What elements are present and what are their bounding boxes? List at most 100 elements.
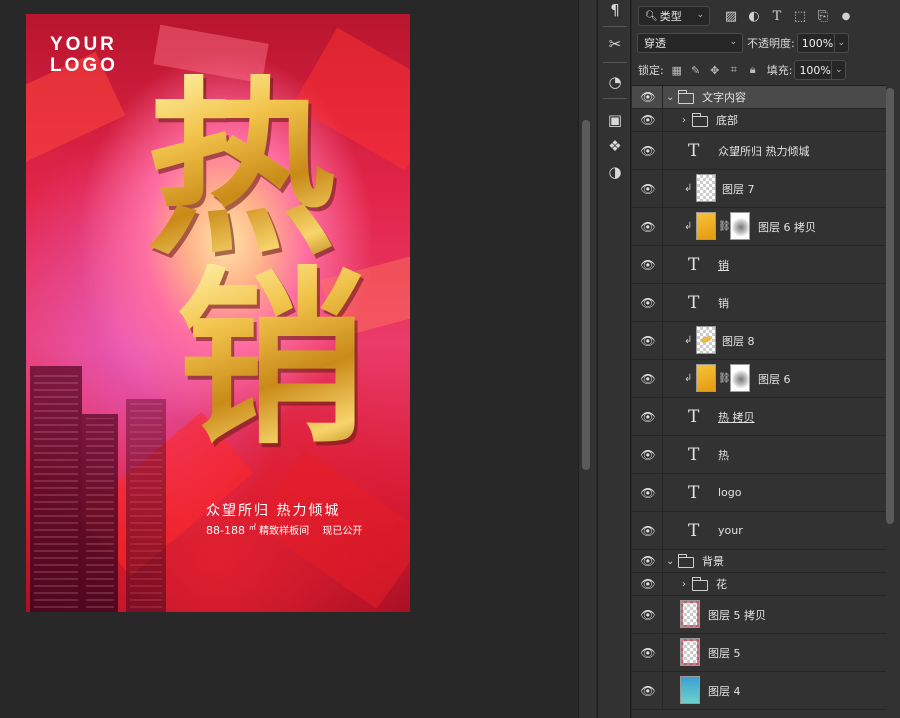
smart-object-filter-icon[interactable]: ⎘ (814, 7, 832, 25)
blend-opacity-row: 穿透 ⌄ 不透明度: 100% ⌄ (632, 29, 900, 57)
layer-row-group[interactable]: 👁︎ › 底部 (632, 109, 886, 132)
layer-row-text[interactable]: 👁︎ T 众望所归 热力倾城 (632, 132, 886, 170)
divider (603, 98, 627, 99)
link-chain-icon[interactable]: ⛓︎ (718, 373, 731, 384)
building (82, 414, 118, 612)
folder-icon (691, 113, 708, 127)
layer-row-text[interactable]: 👁︎ T logo (632, 474, 886, 512)
eye-icon[interactable]: 👁︎ (640, 409, 656, 425)
opacity-dropdown[interactable]: ⌄ (834, 33, 849, 53)
showroom-label: 精致样板间 (259, 526, 310, 537)
layer-row-pixel-mask[interactable]: 👁︎ ↲ ⛓︎ 图层 6 (632, 360, 886, 398)
layer-row-text[interactable]: 👁︎ T your (632, 512, 886, 550)
eye-icon[interactable]: 👁︎ (640, 257, 656, 273)
type-layer-icon: T (688, 444, 700, 465)
layer-row-pixel-mask[interactable]: 👁︎ ↲ ⛓︎ 图层 6 拷贝 (632, 208, 886, 246)
eye-icon[interactable]: 👁︎ (640, 553, 656, 569)
layer-mask-thumbnail[interactable] (730, 364, 750, 392)
folder-icon (677, 90, 694, 104)
eye-icon[interactable]: 👁︎ (640, 485, 656, 501)
layer-row-text[interactable]: 👁︎ T 销 (632, 284, 886, 322)
fill-label: 填充: (766, 64, 793, 77)
eye-icon[interactable]: 👁︎ (640, 219, 656, 235)
divider (662, 360, 663, 397)
type-layer-icon: T (688, 140, 700, 161)
image-filter-icon[interactable]: ▨ (722, 7, 740, 25)
slogan-text: 众望所归 热力倾城 (206, 503, 341, 519)
layer-thumbnail (696, 326, 716, 354)
poster-document[interactable]: YOUR LOGO 热 销 众望所归 热力倾城 88-188 ㎡ 精致样板间 现已… (26, 14, 410, 612)
adjustments-icon[interactable]: ◑ (602, 160, 628, 184)
eye-icon[interactable]: 👁︎ (640, 143, 656, 159)
filter-kind-select[interactable]: 🔍︎ 类型 ⌄ (638, 6, 710, 26)
layer-row-pixel[interactable]: 👁︎ ↲ 图层 8 (632, 322, 886, 360)
layer-row-pixel[interactable]: 👁︎ 图层 4 (632, 672, 886, 710)
eye-icon[interactable]: 👁︎ (640, 447, 656, 463)
history-icon[interactable]: ◔ (602, 70, 628, 94)
canvas-area[interactable]: YOUR LOGO 热 销 众望所归 热力倾城 88-188 ㎡ 精致样板间 现已… (0, 0, 578, 718)
type-layer-icon: T (688, 292, 700, 313)
3d-cubes-icon[interactable]: ❖ (602, 134, 628, 158)
eye-icon[interactable]: 👁︎ (640, 371, 656, 387)
canvas-scroll-thumb[interactable] (582, 120, 590, 470)
eye-icon[interactable]: 👁︎ (640, 181, 656, 197)
logo-line-2: LOGO (50, 55, 118, 76)
layer-name: 文字内容 (702, 91, 746, 104)
lock-position-icon[interactable]: ✥ (707, 62, 723, 78)
lock-label: 锁定: (638, 64, 664, 77)
layer-row-text[interactable]: 👁︎ T 销 (632, 246, 886, 284)
text-filter-icon[interactable]: T (768, 7, 786, 25)
lock-transparency-icon[interactable]: ▦ (669, 62, 685, 78)
type-layer-icon: T (688, 482, 700, 503)
divider (662, 398, 663, 435)
layers-scroll-thumb[interactable] (886, 88, 894, 524)
fill-input[interactable]: 100% (794, 60, 833, 80)
opacity-input[interactable]: 100% (796, 33, 835, 53)
divider (662, 132, 663, 169)
layer-row-pixel[interactable]: 👁︎ 图层 5 (632, 634, 886, 672)
clipping-arrow-icon: ↲ (684, 221, 693, 232)
eye-icon[interactable]: 👁︎ (640, 333, 656, 349)
eye-icon[interactable]: 👁︎ (640, 295, 656, 311)
filter-toggle-icon[interactable]: ● (837, 7, 855, 25)
lock-all-icon[interactable]: 🔒︎ (745, 62, 761, 78)
eye-icon[interactable]: 👁︎ (640, 683, 656, 699)
layer-row-pixel[interactable]: 👁︎ 图层 5 拷贝 (632, 596, 886, 634)
divider (662, 86, 663, 108)
eye-icon[interactable]: 👁︎ (640, 523, 656, 539)
type-layer-icon: T (688, 254, 700, 275)
chevron-down-icon[interactable]: ⌄ (666, 92, 674, 103)
layer-row-group[interactable]: 👁︎ › 花 (632, 573, 886, 596)
layer-name: 图层 5 (708, 646, 741, 660)
chevron-right-icon[interactable]: › (682, 579, 686, 590)
tool-options-icon[interactable]: ✂ (602, 32, 628, 56)
layer-row-group[interactable]: 👁︎ ⌄ 文字内容 (632, 86, 886, 109)
search-icon: 🔍︎ (645, 10, 658, 22)
opacity-label: 不透明度: (747, 37, 795, 50)
adjustment-filter-icon[interactable]: ◐ (745, 7, 763, 25)
layer-row-text[interactable]: 👁︎ T 热 拷贝 (632, 398, 886, 436)
blend-mode-select[interactable]: 穿透 ⌄ (637, 33, 743, 53)
layer-row-pixel[interactable]: 👁︎ ↲ 图层 7 (632, 170, 886, 208)
link-chain-icon[interactable]: ⛓︎ (718, 221, 731, 232)
eye-icon[interactable]: 👁︎ (640, 576, 656, 592)
layer-row-text[interactable]: 👁︎ T 热 (632, 436, 886, 474)
artboard-icon[interactable]: ▣ (602, 108, 628, 132)
layer-row-group[interactable]: 👁︎ ⌄ 背景 (632, 550, 886, 573)
layer-thumbnail (696, 174, 716, 202)
eye-icon[interactable]: 👁︎ (640, 607, 656, 623)
chevron-right-icon[interactable]: › (682, 115, 686, 126)
lock-paint-icon[interactable]: ✎ (688, 62, 704, 78)
paragraph-icon[interactable]: ¶ (602, 0, 628, 22)
divider (662, 246, 663, 283)
divider (662, 208, 663, 245)
shape-filter-icon[interactable]: ⬚ (791, 7, 809, 25)
layer-mask-thumbnail[interactable] (730, 212, 750, 240)
eye-icon[interactable]: 👁︎ (640, 112, 656, 128)
layer-name: 图层 4 (708, 684, 741, 698)
lock-artboard-icon[interactable]: ⌗ (726, 62, 742, 78)
fill-dropdown[interactable]: ⌄ (832, 60, 847, 80)
eye-icon[interactable]: 👁︎ (640, 89, 656, 105)
eye-icon[interactable]: 👁︎ (640, 645, 656, 661)
chevron-down-icon[interactable]: ⌄ (666, 556, 674, 567)
